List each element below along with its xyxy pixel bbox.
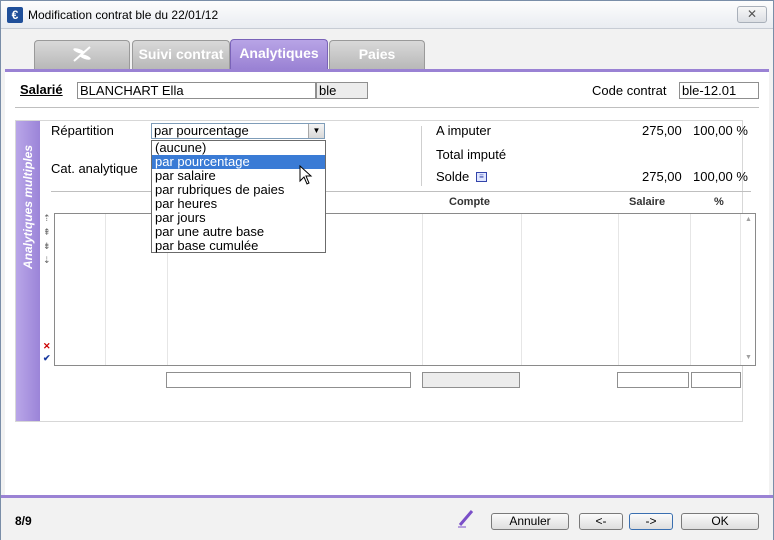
total-compte-field xyxy=(422,372,520,388)
grid-col-divider xyxy=(105,214,106,365)
divider xyxy=(15,107,759,108)
cat-analytique-label: Cat. analytique xyxy=(51,161,138,176)
tab-paies[interactable]: Paies xyxy=(329,40,425,69)
total-pct-field xyxy=(691,372,741,388)
solde-label: Solde xyxy=(436,169,470,184)
repartition-label: Répartition xyxy=(51,123,114,138)
app-icon: € xyxy=(7,7,23,23)
panel-side-title: Analytiques multiples xyxy=(21,144,35,269)
grid-col-divider xyxy=(422,214,423,365)
window-title: Modification contrat ble du 22/01/12 xyxy=(28,8,219,22)
tab-general[interactable] xyxy=(34,40,130,69)
panel-side-banner: Analytiques multiples xyxy=(16,121,40,421)
solde-amount: 275,00 xyxy=(642,169,682,184)
a-imputer-label: A imputer xyxy=(436,123,491,138)
grid-col-divider xyxy=(740,214,741,365)
move-top-icon[interactable]: ⇡ xyxy=(43,213,51,223)
mouse-cursor-icon xyxy=(299,165,313,185)
a-imputer-amount: 275,00 xyxy=(642,123,682,138)
a-imputer-pct: 100,00 % xyxy=(693,123,748,138)
scroll-up-icon[interactable]: ▲ xyxy=(745,216,752,223)
code-contrat-label: Code contrat xyxy=(592,83,667,98)
grid-header-salaire[interactable]: Salaire xyxy=(629,196,665,208)
close-button[interactable]: ✕ xyxy=(737,6,767,23)
move-bottom-icon[interactable]: ⇣ xyxy=(43,255,51,265)
total-salaire-field xyxy=(617,372,689,388)
title-bar: € Modification contrat ble du 22/01/12 ✕ xyxy=(1,1,773,29)
repartition-select[interactable]: par pourcentage ▼ xyxy=(151,123,325,139)
dragonfly-icon xyxy=(73,46,91,62)
delete-icon[interactable]: ✕ xyxy=(43,341,51,351)
tab-bar: Suivi contrat Analytiques Paies xyxy=(1,29,773,69)
previous-button[interactable]: <- xyxy=(579,513,623,530)
dropdown-option[interactable]: par jours xyxy=(152,211,325,225)
solde-detail-icon[interactable]: ≡ xyxy=(476,172,487,182)
page-count: 8/9 xyxy=(15,514,32,528)
solde-pct: 100,00 % xyxy=(693,169,748,184)
total-libelle-field xyxy=(166,372,411,388)
annuler-button[interactable]: Annuler xyxy=(491,513,569,530)
salarie-name-field[interactable]: BLANCHART Ella xyxy=(77,82,316,99)
total-impute-label: Total imputé xyxy=(436,147,507,162)
repartition-select-value: par pourcentage xyxy=(154,123,249,138)
move-up-icon[interactable]: ⇞ xyxy=(43,227,51,237)
dropdown-option[interactable]: par heures xyxy=(152,197,325,211)
tab-analytiques[interactable]: Analytiques xyxy=(230,39,328,69)
chevron-down-icon[interactable]: ▼ xyxy=(308,124,324,138)
validate-icon[interactable]: ✔ xyxy=(43,353,51,363)
footer-bar: 8/9 Annuler <- -> OK xyxy=(1,495,773,540)
dropdown-option[interactable]: par base cumulée xyxy=(152,239,325,253)
dropdown-option[interactable]: (aucune) xyxy=(152,141,325,155)
tab-suivi-contrat[interactable]: Suivi contrat xyxy=(132,40,230,69)
grid-col-divider xyxy=(521,214,522,365)
dialog-window: € Modification contrat ble du 22/01/12 ✕… xyxy=(0,0,774,540)
grid-col-divider xyxy=(618,214,619,365)
dropdown-option[interactable]: par rubriques de paies xyxy=(152,183,325,197)
move-down-icon[interactable]: ⇟ xyxy=(43,241,51,251)
separator xyxy=(421,126,422,186)
pencil-icon[interactable] xyxy=(456,508,476,528)
scroll-down-icon[interactable]: ▼ xyxy=(745,354,752,361)
salarie-code-field: ble xyxy=(316,82,368,99)
grid-header-compte[interactable]: Compte xyxy=(449,196,490,208)
next-button[interactable]: -> xyxy=(629,513,673,530)
grid-col-divider xyxy=(690,214,691,365)
code-contrat-field[interactable]: ble-12.01 xyxy=(679,82,759,99)
dropdown-option[interactable]: par une autre base xyxy=(152,225,325,239)
ok-button[interactable]: OK xyxy=(681,513,759,530)
salarie-label[interactable]: Salarié xyxy=(20,82,63,97)
grid-header-pct[interactable]: % xyxy=(714,196,724,208)
repartition-dropdown-list[interactable]: (aucune) par pourcentage par salaire par… xyxy=(151,140,326,253)
